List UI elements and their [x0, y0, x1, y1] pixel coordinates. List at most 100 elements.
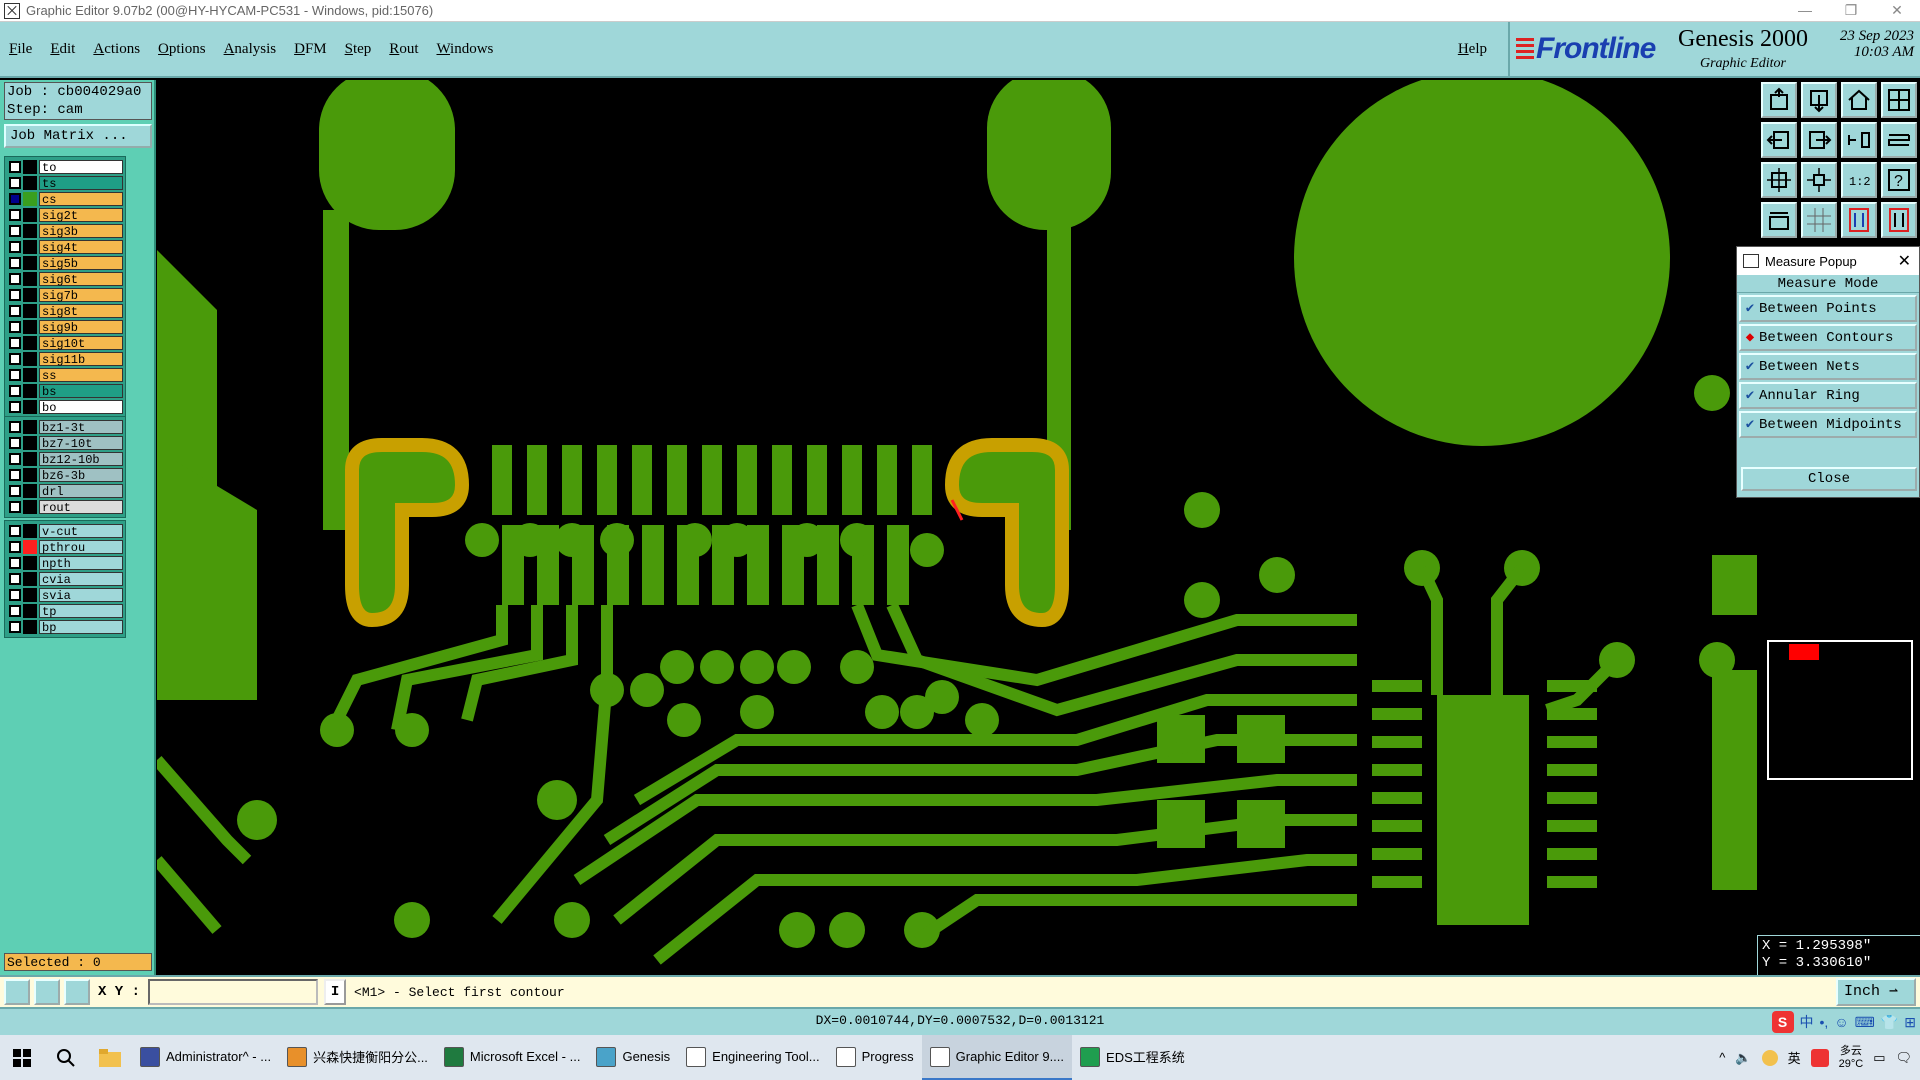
sogou-ime-icon[interactable]: S: [1771, 1011, 1794, 1033]
layer-color-swatch[interactable]: [23, 320, 37, 334]
layer-name[interactable]: bp: [39, 620, 123, 635]
layer-row[interactable]: sig9b: [7, 319, 123, 335]
layer-row[interactable]: cs: [7, 191, 123, 207]
layer-checkbox[interactable]: [9, 209, 21, 221]
language-indicator[interactable]: 英: [1788, 1048, 1801, 1067]
menu-help[interactable]: Help: [1449, 41, 1496, 58]
layer-row[interactable]: sig8t: [7, 303, 123, 319]
layer-row[interactable]: to: [7, 159, 123, 175]
layer-color-swatch[interactable]: [23, 400, 37, 414]
overview-panel[interactable]: [1757, 500, 1920, 930]
layer-name[interactable]: sig11b: [39, 352, 123, 367]
menu-step[interactable]: Step: [336, 41, 381, 58]
layer-color-swatch[interactable]: [23, 256, 37, 270]
layer-checkbox[interactable]: [9, 557, 21, 569]
menu-actions[interactable]: Actions: [84, 41, 149, 58]
layer-color-swatch[interactable]: [23, 304, 37, 318]
layer-row[interactable]: sig2t: [7, 207, 123, 223]
layer-name[interactable]: sig2t: [39, 208, 123, 223]
layer-name[interactable]: sig5b: [39, 256, 123, 271]
layer-row[interactable]: tp: [7, 603, 123, 619]
layer-checkbox[interactable]: [9, 177, 21, 189]
layer-name[interactable]: svia: [39, 588, 123, 603]
swap-view-button[interactable]: [1881, 122, 1917, 158]
layer-row[interactable]: cvia: [7, 571, 123, 587]
zoom-home-button[interactable]: [1761, 82, 1797, 118]
layer-name[interactable]: bz7-10t: [39, 436, 123, 451]
taskbar-task[interactable]: Microsoft Excel - ...: [436, 1035, 589, 1080]
layer-row[interactable]: sig4t: [7, 239, 123, 255]
layer-name[interactable]: to: [39, 160, 123, 175]
split-view-button[interactable]: [1881, 82, 1917, 118]
restore-button[interactable]: ❐: [1828, 2, 1874, 19]
layer-color-swatch[interactable]: [23, 160, 37, 174]
layer-row[interactable]: bo: [7, 399, 123, 415]
layer-checkbox[interactable]: [9, 525, 21, 537]
layer-name[interactable]: sig10t: [39, 336, 123, 351]
measure-mode-icon[interactable]: [34, 979, 60, 1005]
layer-checkbox[interactable]: [9, 289, 21, 301]
menu-analysis[interactable]: Analysis: [215, 41, 286, 58]
layer-checkbox[interactable]: [9, 469, 21, 481]
menu-dfm[interactable]: DFM: [285, 41, 336, 58]
layer-row[interactable]: pthrou: [7, 539, 123, 555]
close-window-button[interactable]: ✕: [1874, 2, 1920, 19]
home-view-button[interactable]: [1841, 82, 1877, 118]
layer-row[interactable]: ss: [7, 367, 123, 383]
ime-punct-icon[interactable]: •,: [1820, 1014, 1829, 1030]
layer-checkbox[interactable]: [9, 193, 21, 205]
layer-name[interactable]: sig3b: [39, 224, 123, 239]
menu-file[interactable]: File: [0, 41, 41, 58]
menu-windows[interactable]: Windows: [427, 41, 502, 58]
weather-widget[interactable]: 多云 29°C: [1839, 1045, 1864, 1071]
mode-annular-ring[interactable]: ✔ Annular Ring: [1739, 382, 1917, 409]
mode-between-contours[interactable]: ◆ Between Contours: [1739, 324, 1917, 351]
layer-color-swatch[interactable]: [23, 500, 37, 514]
sogou-tray-icon[interactable]: [1810, 1048, 1829, 1067]
layer-name[interactable]: cvia: [39, 572, 123, 587]
layer-name[interactable]: sig9b: [39, 320, 123, 335]
pcb-drawing[interactable]: [157, 80, 1757, 975]
layer-name[interactable]: sig4t: [39, 240, 123, 255]
layer-color-swatch[interactable]: [23, 604, 37, 618]
layer-color-swatch[interactable]: [23, 336, 37, 350]
taskbar-task[interactable]: Administrator^ - ...: [132, 1035, 279, 1080]
layer-color-swatch[interactable]: [23, 436, 37, 450]
layer-row[interactable]: npth: [7, 555, 123, 571]
layer-checkbox[interactable]: [9, 621, 21, 633]
taskbar-task[interactable]: Progress: [828, 1035, 922, 1080]
layer-color-swatch[interactable]: [23, 176, 37, 190]
ime-keyboard-icon[interactable]: ⌨: [1855, 1014, 1875, 1031]
layer-checkbox[interactable]: [9, 225, 21, 237]
ime-menu-icon[interactable]: ⊞: [1904, 1014, 1916, 1031]
layer-color-swatch[interactable]: [23, 224, 37, 238]
zoom-in-button[interactable]: [1801, 162, 1837, 198]
layer-checkbox[interactable]: [9, 305, 21, 317]
taskbar-task[interactable]: Genesis: [588, 1035, 678, 1080]
search-icon[interactable]: [44, 1035, 88, 1080]
layer-color-swatch[interactable]: [23, 524, 37, 538]
chevron-up-icon[interactable]: ^: [1719, 1050, 1725, 1065]
job-matrix-button[interactable]: Job Matrix ...: [4, 124, 152, 148]
layer-color-swatch[interactable]: [23, 384, 37, 398]
layer-color-swatch[interactable]: [23, 452, 37, 466]
taskbar-task[interactable]: EDS工程系统: [1072, 1035, 1193, 1080]
layer-name[interactable]: v-cut: [39, 524, 123, 539]
layer-row[interactable]: bz6-3b: [7, 467, 123, 483]
help-tool-button[interactable]: ?: [1881, 162, 1917, 198]
layer-row[interactable]: drl: [7, 483, 123, 499]
taskbar-task[interactable]: 兴森快捷衡阳分公...: [279, 1035, 436, 1080]
xy-input[interactable]: [148, 979, 319, 1005]
pcb-canvas[interactable]: [157, 80, 1757, 975]
grid-toggle-button[interactable]: [1801, 202, 1837, 238]
pan-left-button[interactable]: [1761, 122, 1797, 158]
file-explorer-icon[interactable]: [88, 1035, 132, 1080]
layer-row[interactable]: sig3b: [7, 223, 123, 239]
layer-checkbox[interactable]: [9, 241, 21, 253]
layer-name[interactable]: npth: [39, 556, 123, 571]
layer-row[interactable]: sig5b: [7, 255, 123, 271]
layer-color-swatch[interactable]: [23, 484, 37, 498]
layer-name[interactable]: tp: [39, 604, 123, 619]
ime-skin-icon[interactable]: 👕: [1881, 1014, 1898, 1031]
layer-checkbox[interactable]: [9, 605, 21, 617]
